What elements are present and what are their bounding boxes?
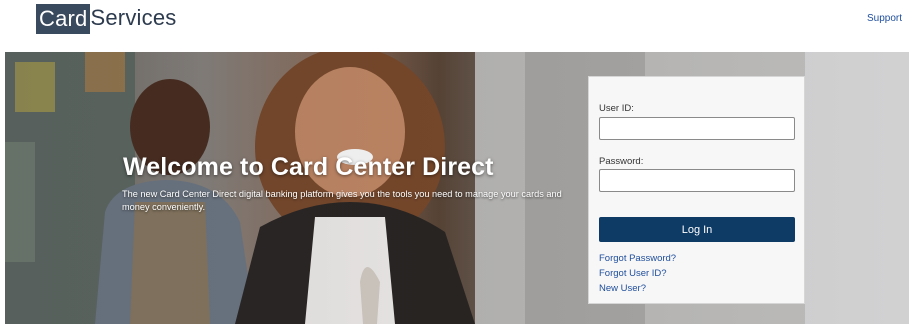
- card-services-logo[interactable]: Card Services: [36, 4, 176, 34]
- user-id-label: User ID:: [599, 103, 634, 114]
- new-user-link[interactable]: New User?: [599, 283, 646, 294]
- log-in-button[interactable]: Log In: [599, 217, 795, 242]
- site-header: Card Services Support: [0, 0, 909, 44]
- hero-subtitle: The new Card Center Direct digital banki…: [122, 189, 562, 212]
- password-input[interactable]: [599, 169, 795, 192]
- hero-title: Welcome to Card Center Direct: [123, 153, 494, 181]
- password-label: Password:: [599, 156, 644, 167]
- support-link[interactable]: Support: [867, 13, 902, 24]
- logo-box-text: Card: [36, 4, 90, 34]
- user-id-input[interactable]: [599, 117, 795, 140]
- forgot-user-id-link[interactable]: Forgot User ID?: [599, 268, 667, 279]
- forgot-password-link[interactable]: Forgot Password?: [599, 253, 676, 264]
- logo-text: Services: [90, 5, 177, 30]
- login-panel: User ID: Password: Log In Forgot Passwor…: [588, 76, 805, 304]
